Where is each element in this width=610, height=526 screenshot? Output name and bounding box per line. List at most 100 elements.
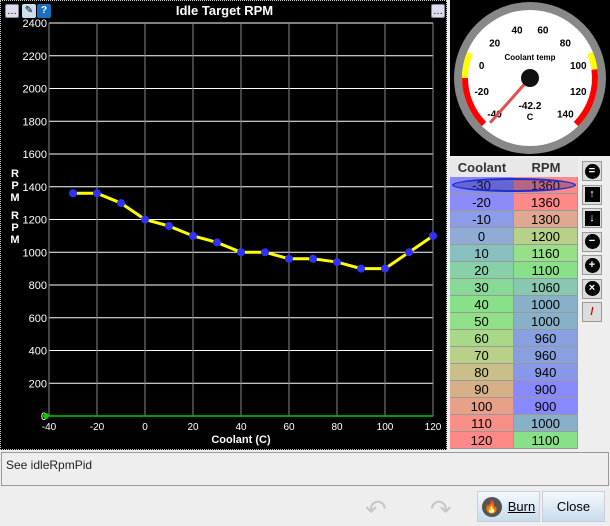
col-header-coolant: Coolant [457, 160, 507, 175]
coolant-cell[interactable]: 100 [450, 398, 514, 415]
data-point [93, 189, 101, 198]
x-tick-label: -20 [90, 422, 105, 433]
gauge-tick-label: 140 [557, 109, 574, 120]
multiply-button[interactable]: × [582, 278, 602, 299]
y-tick-label: 400 [29, 346, 47, 358]
rpm-cell[interactable]: 940 [514, 364, 578, 381]
gauge-tick-label: 80 [560, 39, 572, 50]
rpm-cell[interactable]: 1000 [514, 415, 578, 432]
gauge-tick-label: 40 [511, 26, 523, 37]
data-point [357, 264, 365, 273]
table-row: 0 1200 [450, 228, 578, 245]
coolant-cell[interactable]: 90 [450, 381, 514, 398]
coolant-cell[interactable]: 50 [450, 313, 514, 330]
coolant-gauge: -40 -20 0 20 40 60 80 100 120 140 Coolant temp -42.… [450, 0, 610, 156]
y-tick-label: 2400 [23, 18, 47, 30]
coolant-cell[interactable]: 30 [450, 279, 514, 296]
rpm-cell[interactable]: 960 [514, 330, 578, 347]
curve-table[interactable]: Coolant RPM -30 1360 -20 1360 -10 1300 0 1200 10 1… [450, 158, 578, 449]
y-tick-label: 1200 [23, 215, 47, 227]
y-tick-label: 800 [29, 280, 47, 292]
coolant-cell[interactable]: 120 [450, 432, 514, 449]
interpolate-button[interactable]: / [582, 302, 602, 322]
y-tick-label: 200 [29, 378, 47, 390]
data-point [333, 258, 341, 267]
arrow-up-icon: ↑ [584, 187, 600, 202]
subtract-button[interactable]: − [582, 231, 602, 252]
coolant-cell[interactable]: 20 [450, 262, 514, 279]
rpm-cell[interactable]: 1000 [514, 313, 578, 330]
increase-button[interactable]: ↑ [582, 184, 602, 205]
burn-button[interactable]: 🔥 Burn [477, 491, 540, 522]
rpm-cell[interactable]: 900 [514, 381, 578, 398]
data-point [189, 231, 197, 240]
equal-button[interactable]: = [582, 161, 602, 181]
data-point [141, 215, 149, 224]
help-text: See idleRpmPid [1, 452, 609, 486]
table-row: 40 1000 [450, 296, 578, 313]
rpm-cell[interactable]: 1200 [514, 228, 578, 245]
rpm-cell[interactable]: 1000 [514, 296, 578, 313]
y-axis-label: M [10, 192, 19, 204]
coolant-cell[interactable]: 110 [450, 415, 514, 432]
coolant-cell[interactable]: 80 [450, 364, 514, 381]
data-point [261, 248, 269, 257]
coolant-cell[interactable]: 40 [450, 296, 514, 313]
plus-icon: + [584, 257, 600, 273]
data-point [165, 222, 173, 231]
decrease-button[interactable]: ↓ [582, 208, 602, 228]
coolant-cell[interactable]: -20 [450, 194, 514, 211]
arrow-down-icon: ↓ [584, 210, 600, 226]
curve-chart[interactable]: … ✎ ? Idle Target RPM … 0200400600800100… [0, 0, 447, 450]
coolant-cell[interactable]: 10 [450, 245, 514, 262]
y-tick-label: 1800 [23, 116, 47, 128]
gauge-title: Coolant temp [504, 53, 555, 62]
rpm-cell[interactable]: 1060 [514, 279, 578, 296]
gauge-unit: C [527, 112, 534, 122]
gauge-tick-label: 20 [489, 39, 501, 50]
rpm-cell[interactable]: 1360 [514, 194, 578, 211]
x-tick-label: -40 [42, 422, 57, 433]
gauge-tick-label: 100 [570, 61, 587, 72]
y-tick-label: 1400 [23, 182, 47, 194]
add-button[interactable]: + [582, 255, 602, 275]
rpm-cell[interactable]: 1300 [514, 211, 578, 228]
rpm-cell[interactable]: 1100 [514, 262, 578, 279]
redo-icon[interactable]: ↷ [430, 494, 452, 525]
data-point [117, 199, 125, 208]
table-row: 60 960 [450, 330, 578, 347]
x-tick-label: 0 [142, 422, 148, 433]
gauge-tick-label: 60 [537, 26, 549, 37]
undo-icon[interactable]: ↶ [365, 494, 387, 525]
series-line [73, 191, 434, 271]
flame-icon: 🔥 [481, 496, 502, 517]
x-axis-label: Coolant (C) [211, 434, 271, 446]
coolant-cell[interactable]: 70 [450, 347, 514, 364]
table-row: 50 1000 [450, 313, 578, 330]
y-tick-label: 1000 [23, 247, 47, 259]
table-row: -20 1360 [450, 194, 578, 211]
times-icon: × [584, 281, 600, 296]
x-tick-label: 20 [187, 422, 199, 433]
y-axis-label: P [11, 222, 18, 234]
gauge-value: -42.2 [519, 101, 542, 112]
close-button[interactable]: Close [542, 491, 605, 522]
y-tick-label: 1600 [23, 149, 47, 161]
coolant-cell[interactable]: 60 [450, 330, 514, 347]
y-axis-label: P [11, 180, 18, 192]
gauge-tick-label: 120 [570, 87, 587, 98]
rpm-cell[interactable]: 1100 [514, 432, 578, 449]
rpm-cell[interactable]: 960 [514, 347, 578, 364]
x-tick-label: 100 [377, 422, 394, 433]
rpm-cell[interactable]: 1160 [514, 245, 578, 262]
data-point [69, 189, 77, 198]
origin-marker [43, 413, 49, 419]
y-axis-label: M [10, 234, 19, 246]
coolant-cell[interactable]: 0 [450, 228, 514, 245]
x-tick-label: 120 [425, 422, 442, 433]
x-tick-label: 60 [283, 422, 295, 433]
data-point [381, 264, 389, 273]
coolant-cell[interactable]: -10 [450, 211, 514, 228]
table-row: 110 1000 [450, 415, 578, 432]
rpm-cell[interactable]: 900 [514, 398, 578, 415]
